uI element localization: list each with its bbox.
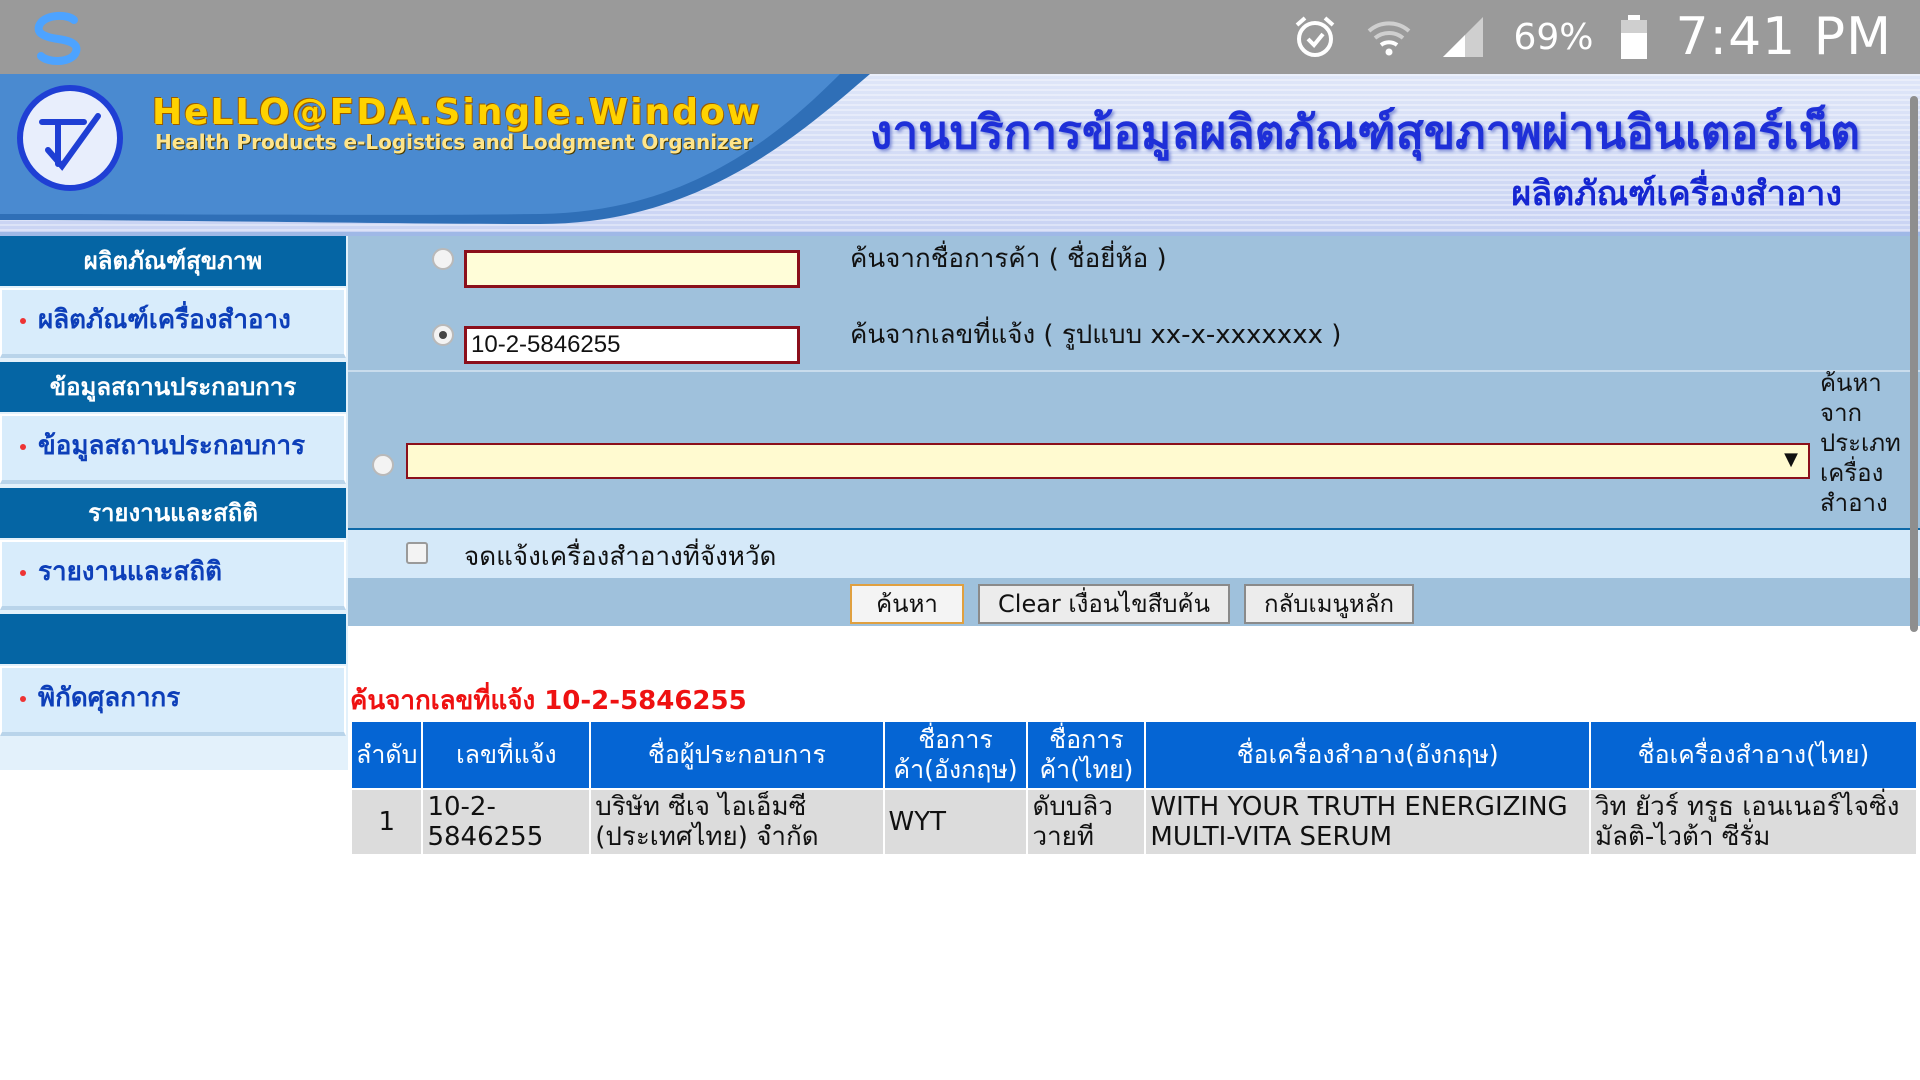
clock: 7:41 PM: [1675, 7, 1892, 67]
column-header: ชื่อเครื่องสำอาง(อังกฤษ): [1146, 722, 1589, 788]
column-header: ชื่อผู้ประกอบการ: [591, 722, 883, 788]
brand-search-label: ค้นจากชื่อการค้า ( ชื่อยี่ห้อ ): [850, 244, 1167, 274]
page-title: งานบริการข้อมูลผลิตภัณฑ์สุขภาพผ่านอินเตอ…: [869, 105, 1860, 159]
cosmetic-name-th-cell: วิท ยัวร์ ทรูธ เอนเนอร์ไจซิ่ง มัลติ-ไวต้…: [1590, 790, 1916, 854]
sidebar-item-label: รายงานและสถิติ: [38, 557, 223, 587]
column-header: ชื่อเครื่องสำอาง(ไทย): [1590, 722, 1916, 788]
table-row[interactable]: 1 10-2-5846255 บริษัท ซีเจ ไอเอ็มซี (ประ…: [352, 790, 1916, 854]
page-scrollbar[interactable]: [1910, 96, 1918, 632]
column-header: ชื่อการค้า(อังกฤษ): [884, 722, 1027, 788]
back-to-menu-button[interactable]: กลับเมนูหลัก: [1244, 584, 1414, 624]
column-header: ชื่อการค้า(ไทย): [1028, 722, 1145, 788]
sidebar-item-label: ข้อมูลสถานประกอบการ: [38, 431, 306, 461]
column-header: เลขที่แจ้ง: [423, 722, 590, 788]
sidebar-item-cosmetics[interactable]: ผลิตภัณฑ์เครื่องสำอาง: [0, 288, 346, 358]
notify-number-input[interactable]: 10-2-5846255: [464, 326, 800, 364]
sidebar-header-empty: [0, 614, 346, 664]
brand-search-radio[interactable]: [432, 248, 454, 270]
clear-button[interactable]: Clear เงื่อนไขสืบค้น: [978, 584, 1230, 624]
type-search-radio[interactable]: [372, 454, 394, 476]
battery-percent: 69%: [1513, 16, 1594, 58]
row-index: 1: [352, 790, 422, 854]
chevron-down-icon: ▼: [1784, 449, 1798, 470]
table-header-row: ลำดับ เลขที่แจ้ง ชื่อผู้ประกอบการ ชื่อกา…: [352, 722, 1916, 788]
sidebar-header-establishments: ข้อมูลสถานประกอบการ: [0, 362, 346, 412]
page-subtitle: ผลิตภัณฑ์เครื่องสำอาง: [1511, 174, 1842, 214]
form-buttons: ค้นหา Clear เงื่อนไขสืบค้น กลับเมนูหลัก: [348, 578, 1920, 626]
trade-name-th-cell: ดับบลิววายที: [1028, 790, 1145, 854]
fda-logo: [17, 85, 123, 191]
sidebar-item-establishments[interactable]: ข้อมูลสถานประกอบการ: [0, 414, 346, 484]
status-bar: 69% 7:41 PM: [0, 0, 1920, 74]
bullet-icon: [20, 569, 26, 576]
trade-name-en-cell: WYT: [884, 790, 1027, 854]
results-table: ลำดับ เลขที่แจ้ง ชื่อผู้ประกอบการ ชื่อกา…: [350, 720, 1918, 856]
brand-tagline: Health Products e-Logistics and Lodgment…: [155, 130, 753, 154]
province-checkbox[interactable]: [406, 542, 428, 564]
province-filter-row: จดแจ้งเครื่องสำอางที่จังหวัด: [348, 528, 1920, 580]
bullet-icon: [20, 317, 26, 324]
sidebar-item-label: ผลิตภัณฑ์เครื่องสำอาง: [38, 305, 291, 335]
search-form: ค้นจากชื่อการค้า ( ชื่อยี่ห้อ ) 10-2-584…: [348, 236, 1920, 626]
app-notification-icon: [34, 11, 81, 65]
bullet-icon: [20, 443, 26, 450]
company-name-cell: บริษัท ซีเจ ไอเอ็มซี (ประเทศไทย) จำกัด: [591, 790, 883, 854]
type-search-caption: ค้นหาจากประเภทเครื่องสำอาง: [1820, 369, 1901, 517]
brand-search-input[interactable]: [464, 250, 800, 288]
search-button[interactable]: ค้นหา: [850, 584, 964, 624]
text-search-row: ค้นจากชื่อการค้า ( ชื่อยี่ห้อ ) 10-2-584…: [348, 236, 1920, 372]
sidebar-item-reports[interactable]: รายงานและสถิติ: [0, 540, 346, 610]
column-header: ลำดับ: [352, 722, 422, 788]
province-checkbox-label: จดแจ้งเครื่องสำอางที่จังหวัด: [464, 542, 777, 572]
sidebar-header-health-products: ผลิตภัณฑ์สุขภาพ: [0, 236, 346, 286]
cosmetic-name-en-cell: WITH YOUR TRUTH ENERGIZING MULTI-VITA SE…: [1146, 790, 1589, 854]
cosmetic-type-select[interactable]: ▼: [406, 443, 1810, 479]
sidebar-header-reports: รายงานและสถิติ: [0, 488, 346, 538]
wifi-icon: [1368, 21, 1411, 56]
notify-number-radio[interactable]: [432, 324, 454, 346]
battery-icon: [1621, 15, 1648, 59]
result-caption: ค้นจากเลขที่แจ้ง 10-2-5846255: [350, 686, 747, 716]
notify-number-cell[interactable]: 10-2-5846255: [423, 790, 590, 854]
site-banner: HeLLO@FDA.Single.Window Health Products …: [0, 74, 1920, 236]
sidebar: ผลิตภัณฑ์สุขภาพ ผลิตภัณฑ์เครื่องสำอาง ข้…: [0, 236, 348, 770]
sidebar-item-customs-tariff[interactable]: พิกัดศุลกากร: [0, 666, 346, 736]
bullet-icon: [20, 695, 26, 702]
notify-number-label: ค้นจากเลขที่แจ้ง ( รูปแบบ xx-x-xxxxxxx ): [850, 320, 1342, 350]
sidebar-item-label: พิกัดศุลกากร: [38, 683, 181, 713]
alarm-icon: [1296, 16, 1335, 57]
signal-icon: [1443, 17, 1484, 57]
brand-name: HeLLO@FDA.Single.Window: [152, 92, 762, 133]
